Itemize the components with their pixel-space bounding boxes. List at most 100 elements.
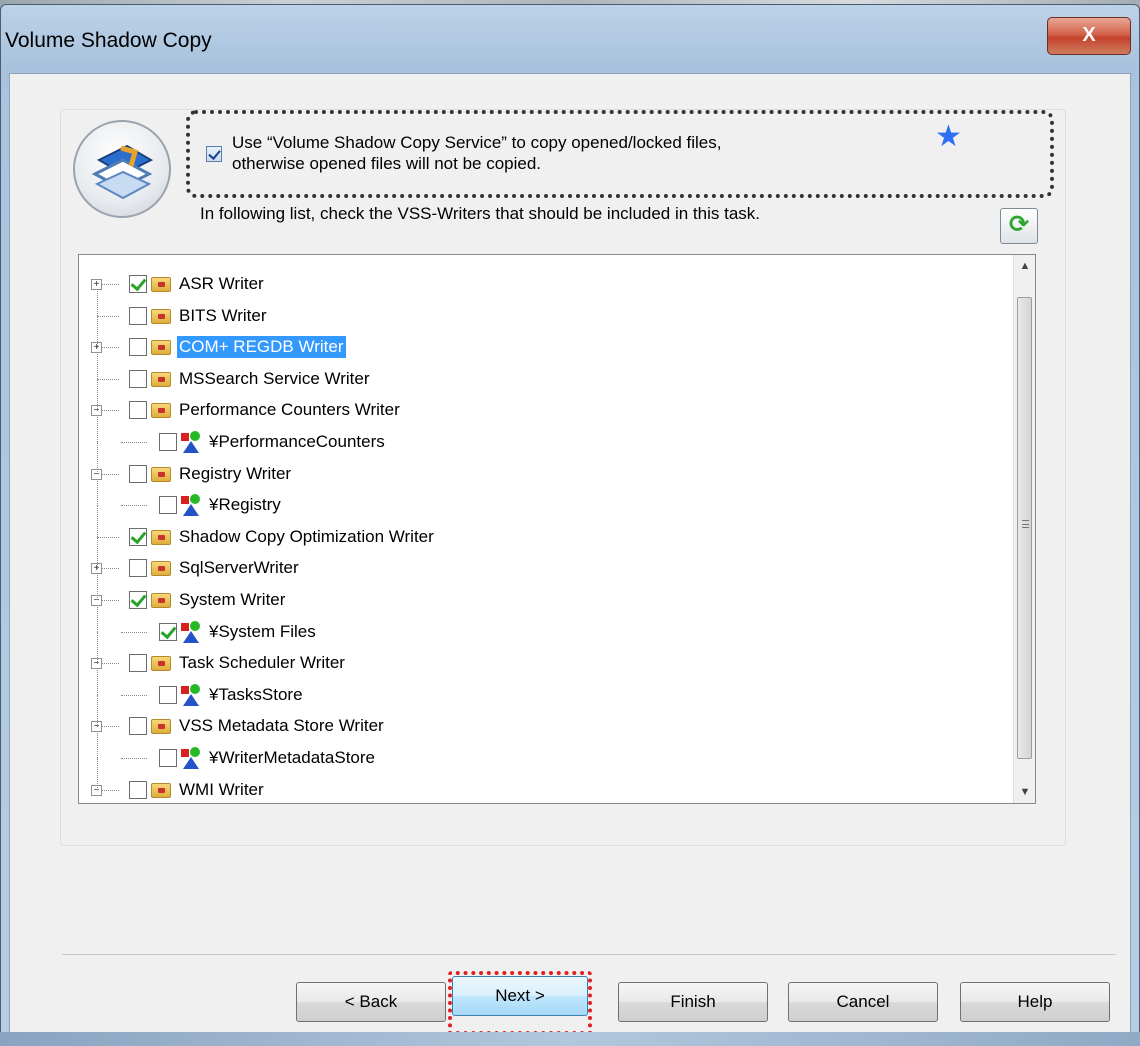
folder-icon bbox=[151, 783, 171, 798]
folder-icon bbox=[151, 593, 171, 608]
folder-icon bbox=[151, 656, 171, 671]
vss-logo-icon bbox=[73, 120, 171, 218]
tree-connector bbox=[121, 632, 147, 633]
tree-connector bbox=[97, 442, 98, 474]
tree-item-label[interactable]: ASR Writer bbox=[177, 273, 266, 295]
tree-row[interactable]: + ASR Writer bbox=[79, 271, 1009, 316]
vss-option-label: Use “Volume Shadow Copy Service” to copy… bbox=[232, 132, 721, 174]
tree-item-label[interactable]: ¥WriterMetadataStore bbox=[207, 747, 377, 769]
tree-item-label[interactable]: BITS Writer bbox=[177, 305, 269, 327]
cancel-button[interactable]: Cancel bbox=[788, 982, 938, 1022]
writer-checkbox[interactable] bbox=[129, 591, 147, 609]
tree-row[interactable]: ¥System Files bbox=[79, 619, 1009, 664]
tree-item-label[interactable]: ¥PerformanceCounters bbox=[207, 431, 387, 453]
tree-item-label[interactable]: ¥TasksStore bbox=[207, 684, 305, 706]
writer-checkbox[interactable] bbox=[129, 275, 147, 293]
tree-connector bbox=[97, 537, 119, 538]
tree-row[interactable]: ¥Registry bbox=[79, 492, 1009, 537]
folder-icon bbox=[151, 277, 171, 292]
writer-checkbox[interactable] bbox=[159, 749, 177, 767]
writer-checkbox[interactable] bbox=[129, 307, 147, 325]
star-icon: ★ bbox=[935, 120, 962, 153]
tree-row[interactable]: MSSearch Service Writer bbox=[79, 366, 1009, 411]
writer-checkbox[interactable] bbox=[129, 465, 147, 483]
writer-checkbox[interactable] bbox=[159, 686, 177, 704]
folder-icon bbox=[151, 719, 171, 734]
vss-option-line1: Use “Volume Shadow Copy Service” to copy… bbox=[232, 133, 722, 152]
tree-item-label[interactable]: System Writer bbox=[177, 589, 287, 611]
writer-checkbox[interactable] bbox=[159, 623, 177, 641]
folder-icon bbox=[151, 340, 171, 355]
writer-checkbox[interactable] bbox=[129, 401, 147, 419]
tree-item-label[interactable]: MSSearch Service Writer bbox=[177, 368, 372, 390]
tree-row[interactable]: − System Writer bbox=[79, 587, 1009, 632]
tree-connector bbox=[121, 758, 147, 759]
folder-icon bbox=[151, 309, 171, 324]
tree-row[interactable]: + COM+ REGDB Writer bbox=[79, 334, 1009, 379]
back-button[interactable]: < Back bbox=[296, 982, 446, 1022]
writer-checkbox[interactable] bbox=[129, 338, 147, 356]
scroll-up-arrow-icon[interactable]: ▲ bbox=[1014, 255, 1035, 277]
tree-row[interactable]: − Task Scheduler Writer bbox=[79, 650, 1009, 695]
tree-row[interactable]: Shadow Copy Optimization Writer bbox=[79, 524, 1009, 569]
next-button[interactable]: Next > bbox=[452, 976, 588, 1016]
tree-connector bbox=[121, 695, 147, 696]
component-icon bbox=[181, 621, 203, 643]
folder-icon bbox=[151, 403, 171, 418]
writer-checkbox[interactable] bbox=[129, 781, 147, 799]
writer-checkbox[interactable] bbox=[129, 717, 147, 735]
tree-connector bbox=[97, 695, 98, 727]
scroll-grip-icon bbox=[1022, 520, 1029, 528]
scroll-thumb[interactable] bbox=[1017, 297, 1032, 759]
tree-connector bbox=[97, 632, 98, 664]
writer-checkbox[interactable] bbox=[129, 559, 147, 577]
tree-row[interactable]: − WMI Writer bbox=[79, 777, 1009, 803]
tree-row[interactable]: + SqlServerWriter bbox=[79, 555, 1009, 600]
tree-connector bbox=[121, 505, 147, 506]
bottom-strip bbox=[0, 1032, 1140, 1046]
tree-row[interactable]: BITS Writer bbox=[79, 303, 1009, 348]
expand-icon[interactable]: + bbox=[91, 279, 102, 290]
instruction-text: In following list, check the VSS-Writers… bbox=[200, 204, 761, 223]
tree-item-label[interactable]: ¥Registry bbox=[207, 494, 283, 516]
tree-row[interactable]: − Performance Counters Writer bbox=[79, 397, 1009, 442]
tree-connector bbox=[97, 316, 98, 348]
vss-checkbox[interactable] bbox=[206, 146, 222, 162]
tree-row[interactable]: − VSS Metadata Store Writer bbox=[79, 713, 1009, 758]
tree-row[interactable]: ¥WriterMetadataStore bbox=[79, 745, 1009, 790]
tree-item-label[interactable]: ¥System Files bbox=[207, 621, 318, 643]
tree-item-label[interactable]: Shadow Copy Optimization Writer bbox=[177, 526, 436, 548]
tree-item-label[interactable]: Task Scheduler Writer bbox=[177, 652, 347, 674]
tree-connector bbox=[97, 758, 98, 790]
close-icon: X bbox=[1082, 24, 1096, 46]
writer-checkbox[interactable] bbox=[129, 370, 147, 388]
tree-connector bbox=[97, 505, 98, 537]
refresh-button[interactable]: ⟳ bbox=[1000, 208, 1038, 244]
finish-button[interactable]: Finish bbox=[618, 982, 768, 1022]
tree-row[interactable]: ¥TasksStore bbox=[79, 682, 1009, 727]
writer-checkbox[interactable] bbox=[159, 433, 177, 451]
tree-item-label[interactable]: COM+ REGDB Writer bbox=[177, 336, 346, 358]
tree-item-label[interactable]: SqlServerWriter bbox=[177, 557, 301, 579]
tree-item-label[interactable]: VSS Metadata Store Writer bbox=[177, 715, 386, 737]
vss-option-line2: otherwise opened files will not be copie… bbox=[232, 154, 542, 173]
scroll-down-arrow-icon[interactable]: ▼ bbox=[1014, 781, 1035, 803]
writer-checkbox[interactable] bbox=[159, 496, 177, 514]
tree-connector bbox=[97, 379, 98, 411]
writer-checkbox[interactable] bbox=[129, 528, 147, 546]
vss-writer-tree[interactable]: − WMI Writer ¥WriterMetadataStore − VSS Meta… bbox=[78, 254, 1036, 804]
tree-row[interactable]: − Registry Writer bbox=[79, 461, 1009, 506]
tree-row[interactable]: ¥PerformanceCounters bbox=[79, 429, 1009, 474]
tree-item-label[interactable]: Performance Counters Writer bbox=[177, 399, 402, 421]
tree-connector bbox=[97, 316, 119, 317]
refresh-icon: ⟳ bbox=[1008, 211, 1030, 238]
writer-checkbox[interactable] bbox=[129, 654, 147, 672]
vertical-scrollbar[interactable]: ▲ ▼ bbox=[1013, 255, 1035, 803]
window-title: Volume Shadow Copy bbox=[5, 29, 212, 52]
close-button[interactable]: X bbox=[1047, 17, 1131, 55]
component-icon bbox=[181, 431, 203, 453]
help-button[interactable]: Help bbox=[960, 982, 1110, 1022]
tree-item-label[interactable]: WMI Writer bbox=[177, 779, 266, 801]
button-separator bbox=[62, 954, 1116, 955]
tree-item-label[interactable]: Registry Writer bbox=[177, 463, 293, 485]
